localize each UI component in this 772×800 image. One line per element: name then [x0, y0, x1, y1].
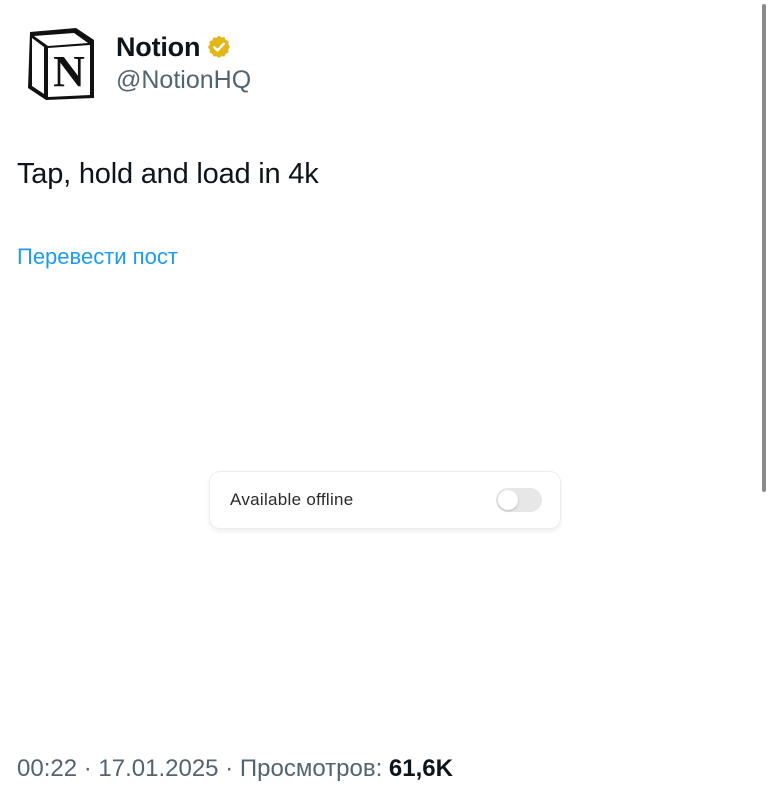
meta-separator: ·: [225, 755, 234, 782]
notion-logo-icon[interactable]: N: [24, 26, 96, 102]
author-display-name[interactable]: Notion: [116, 32, 200, 63]
views-count[interactable]: 61,6K: [389, 755, 453, 782]
media-preview-card[interactable]: Available offline: [210, 472, 560, 528]
translate-post-link[interactable]: Перевести пост: [17, 244, 178, 270]
available-offline-label: Available offline: [230, 490, 354, 509]
available-offline-toggle[interactable]: [496, 488, 542, 512]
svg-text:N: N: [53, 47, 85, 96]
scrollbar[interactable]: [762, 4, 766, 492]
views-label: Просмотров:: [239, 755, 383, 782]
post-date[interactable]: 17.01.2025: [98, 755, 218, 782]
verified-badge-icon: [206, 34, 232, 60]
post-time[interactable]: 00:22: [17, 755, 77, 782]
post-author[interactable]: N Notion @NotionHQ: [24, 26, 251, 102]
toggle-knob: [498, 490, 518, 510]
meta-separator: ·: [83, 755, 92, 782]
author-handle[interactable]: @NotionHQ: [116, 66, 251, 95]
post-text: Tap, hold and load in 4k: [17, 158, 319, 190]
post-meta: 00:22 · 17.01.2025 · Просмотров: 61,6K: [17, 755, 453, 783]
